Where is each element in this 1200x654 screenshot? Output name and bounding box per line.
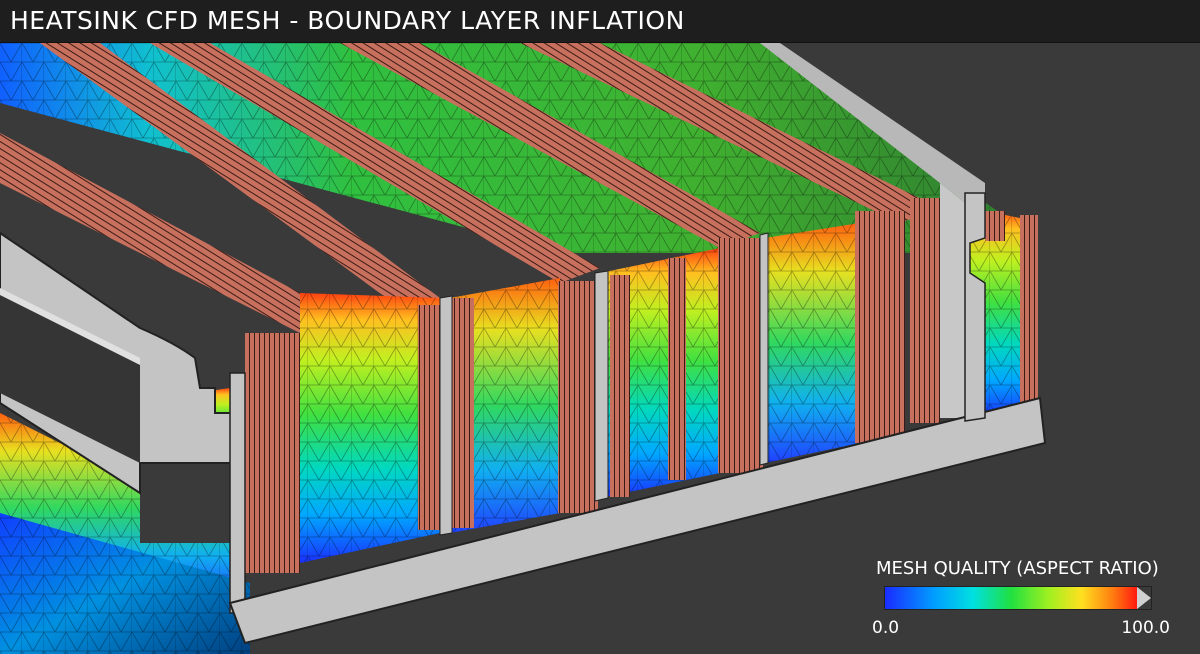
mesh-quality-legend: MESH QUALITY (ASPECT RATIO) 0.0 100.0 bbox=[870, 556, 1170, 646]
legend-color-bar bbox=[884, 586, 1152, 610]
legend-min-label: 0.0 bbox=[872, 618, 900, 638]
legend-max-label: 100.0 bbox=[1121, 618, 1170, 638]
legend-title: MESH QUALITY (ASPECT RATIO) bbox=[876, 558, 1159, 579]
page-title: HEATSINK CFD MESH - BOUNDARY LAYER INFLA… bbox=[10, 6, 685, 35]
title-bar: HEATSINK CFD MESH - BOUNDARY LAYER INFLA… bbox=[0, 0, 1200, 43]
